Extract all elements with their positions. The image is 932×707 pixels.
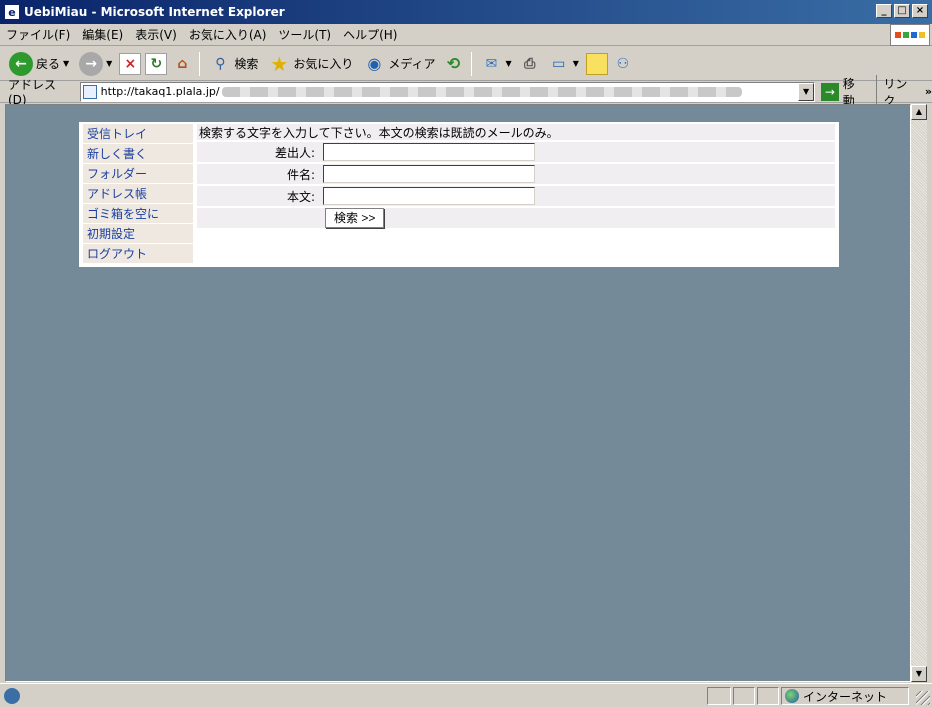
edit-button[interactable]: ▭ ▼ [545,49,582,79]
forward-button[interactable]: → ▼ [76,49,115,79]
media-button[interactable]: ◉ メディア [360,49,438,79]
menu-favorites[interactable]: お気に入り(A) [183,26,273,43]
body-label: 本文: [286,189,315,204]
sidebar-item-folders[interactable]: フォルダー [83,164,193,184]
refresh-icon[interactable]: ↻ [145,52,168,75]
status-cell [733,687,755,705]
menu-help[interactable]: ヘルプ(H) [337,26,403,43]
favorites-button[interactable]: ★ お気に入り [265,49,356,79]
submit-row: 検索 >> [197,208,835,230]
scroll-up-icon[interactable]: ▲ [911,104,927,120]
vertical-scrollbar[interactable]: ▲ ▼ [911,104,927,682]
back-button[interactable]: ← 戻る ▼ [6,49,72,79]
sidebar-item-logout[interactable]: ログアウト [83,244,193,264]
from-label: 差出人: [274,145,315,160]
media-globe-icon: ◉ [367,54,382,73]
maximize-button[interactable]: □ [894,4,910,18]
address-input[interactable]: http://takaq1.plala.jp/ ▼ [79,81,816,102]
edit-dropdown-icon[interactable]: ▼ [573,59,579,68]
resize-grip-icon[interactable] [916,691,930,705]
go-arrow-icon: → [821,82,839,101]
search-label: 検索 [234,57,259,71]
status-cell [707,687,731,705]
back-dropdown-icon[interactable]: ▼ [63,59,69,68]
from-row: 差出人: [197,142,835,164]
subject-label: 件名: [286,167,315,182]
toolbar-separator [470,51,472,76]
status-cell [757,687,779,705]
address-bar: アドレス(D) http://takaq1.plala.jp/ ▼ → 移動 リ… [0,74,932,109]
print-icon[interactable]: ⎙ [519,53,541,75]
mail-icon: ✉ [485,55,498,72]
messenger-icon[interactable]: ⚇ [612,53,634,75]
internet-globe-icon [785,689,799,703]
zone-label: インターネット [803,689,888,704]
favorites-label: お気に入り [293,57,354,71]
search-icon: ⚲ [215,55,226,72]
sidebar-item-preferences[interactable]: 初期設定 [83,224,193,244]
page-viewport: 受信トレイ 新しく書く フォルダー アドレス帳 ゴミ箱を空に 初期設定 ログアウ… [5,104,911,682]
address-dropdown-icon[interactable]: ▼ [798,82,815,101]
address-url: http://takaq1.plala.jp/ [100,85,220,98]
home-icon[interactable]: ⌂ [171,53,193,75]
sidebar-nav: 受信トレイ 新しく書く フォルダー アドレス帳 ゴミ箱を空に 初期設定 ログアウ… [83,124,193,264]
discuss-note-icon[interactable] [585,52,608,75]
menu-file[interactable]: ファイル(F) [0,26,76,43]
sidebar-item-empty-trash[interactable]: ゴミ箱を空に [83,204,193,224]
body-row: 本文: [197,186,835,208]
subject-input[interactable] [323,165,535,183]
media-label: メディア [388,57,436,71]
sidebar-item-compose[interactable]: 新しく書く [83,144,193,164]
menu-view[interactable]: 表示(V) [129,26,183,43]
back-label: 戻る [36,57,61,71]
toolbar-separator [199,51,201,76]
body-input[interactable] [323,187,535,205]
address-label: アドレス(D) [8,78,57,107]
windows-logo-icon [890,24,930,46]
search-instructions: 検索する文字を入力して下さい。本文の検索は既読のメールのみ。 [197,124,835,142]
from-input[interactable] [323,143,535,161]
sidebar-item-inbox[interactable]: 受信トレイ [83,124,193,144]
search-panel: 受信トレイ 新しく書く フォルダー アドレス帳 ゴミ箱を空に 初期設定 ログアウ… [79,122,839,267]
search-button[interactable]: ⚲ 検索 [206,49,261,79]
star-icon: ★ [270,51,289,76]
scroll-down-icon[interactable]: ▼ [911,666,927,682]
mail-button[interactable]: ✉ ▼ [478,49,515,79]
stop-icon[interactable]: × [119,52,142,75]
history-icon[interactable]: ⟲ [443,53,465,75]
mail-dropdown-icon[interactable]: ▼ [506,59,512,68]
forward-dropdown-icon[interactable]: ▼ [106,59,112,68]
close-button[interactable]: × [912,4,928,18]
status-bar: インターネット [0,683,932,707]
search-form: 検索する文字を入力して下さい。本文の検索は既読のメールのみ。 差出人: 件名: … [197,124,835,230]
search-submit-button[interactable]: 検索 >> [325,208,385,228]
status-page-icon [4,687,20,704]
title-bar: e UebiMiau - Microsoft Internet Explorer… [0,0,932,24]
forward-arrow-icon: → [79,51,104,76]
chevron-right-icon[interactable]: » [925,85,932,98]
minimize-button[interactable]: _ [876,4,892,18]
redacted-url-part [221,86,742,97]
sidebar-item-address-book[interactable]: アドレス帳 [83,184,193,204]
page-icon [82,84,97,99]
edit-icon: ▭ [552,55,566,72]
subject-row: 件名: [197,164,835,186]
menu-tools[interactable]: ツール(T) [272,26,337,43]
menu-edit[interactable]: 編集(E) [76,26,129,43]
window-title: UebiMiau - Microsoft Internet Explorer [24,5,285,19]
menu-bar: ファイル(F) 編集(E) 表示(V) お気に入り(A) ツール(T) ヘルプ(… [0,24,932,46]
security-zone: インターネット [781,687,909,705]
ie-page-icon: e [4,4,20,20]
back-arrow-icon: ← [9,51,33,76]
standard-toolbar: ← 戻る ▼ → ▼ × ↻ ⌂ ⚲ 検索 ★ お気に入り ◉ メディア ⟲ ✉… [0,47,932,81]
